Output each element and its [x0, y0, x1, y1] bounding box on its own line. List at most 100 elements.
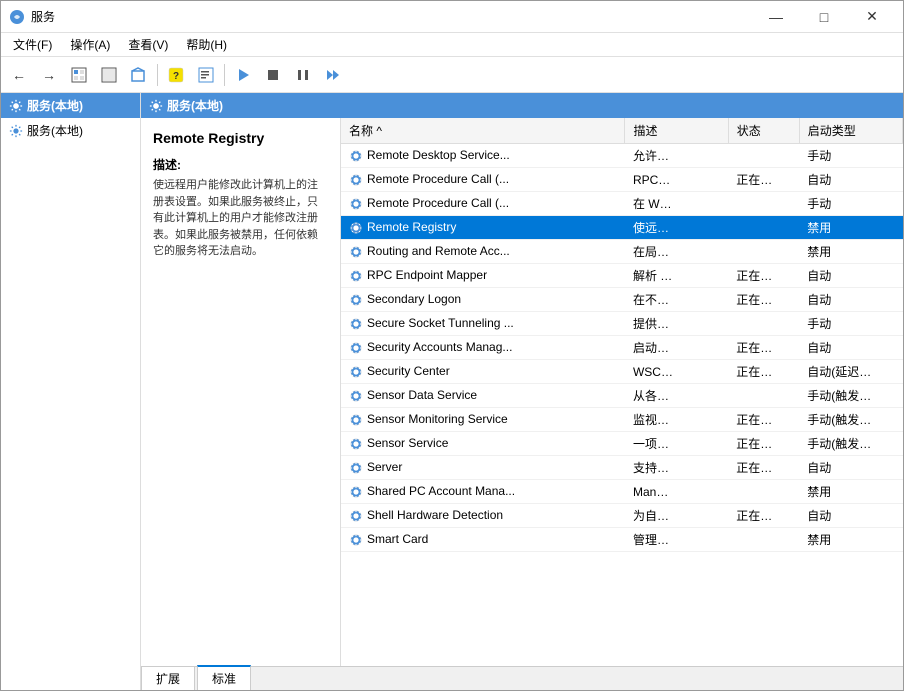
menu-view[interactable]: 查看(V) [120, 34, 176, 55]
service-desc-cell: 在局… [625, 240, 728, 264]
forward-button[interactable]: → [35, 61, 63, 89]
description-panel: Remote Registry 描述: 使远程用户能修改此计算机上的注册表设置。… [141, 118, 341, 666]
window-icon [9, 9, 25, 25]
pause-service-button[interactable] [289, 61, 317, 89]
service-icon [349, 245, 363, 259]
service-name-cell: Remote Procedure Call (... [341, 168, 625, 192]
menu-help[interactable]: 帮助(H) [178, 34, 235, 55]
service-startup-cell: 禁用 [799, 528, 902, 552]
service-desc-cell: 在不… [625, 288, 728, 312]
service-status-cell [728, 240, 799, 264]
maximize-button[interactable]: □ [801, 1, 847, 33]
service-startup-cell: 手动(触发… [799, 432, 902, 456]
table-row[interactable]: Shared PC Account Mana...Man…禁用 [341, 480, 903, 504]
show-console-tree-button[interactable] [65, 61, 93, 89]
table-row[interactable]: Routing and Remote Acc...在局…禁用 [341, 240, 903, 264]
favorites-button[interactable] [125, 61, 153, 89]
service-name-text: Smart Card [367, 532, 428, 546]
table-row[interactable]: Sensor Service一项…正在…手动(触发… [341, 432, 903, 456]
service-name-cell: Secure Socket Tunneling ... [341, 312, 625, 336]
service-status-cell: 正在… [728, 504, 799, 528]
service-icon [349, 389, 363, 403]
table-row[interactable]: Security CenterWSC…正在…自动(延迟… [341, 360, 903, 384]
description-label: 描述: [153, 156, 328, 173]
split-pane: Remote Registry 描述: 使远程用户能修改此计算机上的注册表设置。… [141, 118, 903, 666]
service-desc-cell: 允许… [625, 144, 728, 168]
service-icon [349, 485, 363, 499]
service-desc-cell: RPC… [625, 168, 728, 192]
table-row[interactable]: Remote Desktop Service...允许…手动 [341, 144, 903, 168]
properties-button[interactable] [192, 61, 220, 89]
col-header-startup[interactable]: 启动类型 [799, 118, 902, 144]
service-name-text: Security Center [367, 364, 450, 378]
table-row[interactable]: Shell Hardware Detection为自…正在…自动 [341, 504, 903, 528]
service-status-cell: 正在… [728, 336, 799, 360]
sidebar-item-services-local[interactable]: 服务(本地) [1, 118, 140, 143]
service-status-cell: 正在… [728, 288, 799, 312]
service-name-text: Remote Procedure Call (... [367, 196, 509, 210]
service-name-cell: Shell Hardware Detection [341, 504, 625, 528]
sidebar-item-label: 服务(本地) [27, 122, 83, 139]
col-header-status[interactable]: 状态 [728, 118, 799, 144]
close-button[interactable]: ✕ [849, 1, 895, 33]
table-row[interactable]: Smart Card管理…禁用 [341, 528, 903, 552]
col-header-name[interactable]: 名称 ^ [341, 118, 625, 144]
up-button[interactable] [95, 61, 123, 89]
window-title: 服务 [31, 8, 753, 25]
service-status-cell [728, 216, 799, 240]
toolbar-separator-1 [157, 64, 158, 86]
service-desc-cell: 从各… [625, 384, 728, 408]
stop-service-button[interactable] [259, 61, 287, 89]
service-name-text: Remote Procedure Call (... [367, 172, 509, 186]
tab-expand[interactable]: 扩展 [141, 666, 195, 690]
service-status-cell: 正在… [728, 360, 799, 384]
service-name-cell: Remote Registry [341, 216, 625, 240]
service-startup-cell: 禁用 [799, 216, 902, 240]
table-row[interactable]: Security Accounts Manag...启动…正在…自动 [341, 336, 903, 360]
service-startup-cell: 手动 [799, 192, 902, 216]
service-status-cell: 正在… [728, 432, 799, 456]
toolbar: ← → ? [1, 57, 903, 93]
service-name-text: RPC Endpoint Mapper [367, 268, 487, 282]
table-row[interactable]: Remote Procedure Call (...在 W…手动 [341, 192, 903, 216]
service-name-text: Remote Registry [367, 220, 456, 234]
minimize-button[interactable]: — [753, 1, 799, 33]
tab-standard[interactable]: 标准 [197, 665, 251, 690]
window-controls: — □ ✕ [753, 1, 895, 33]
table-row[interactable]: Secure Socket Tunneling ...提供…手动 [341, 312, 903, 336]
table-row[interactable]: RPC Endpoint Mapper解析 …正在…自动 [341, 264, 903, 288]
service-name-cell: Smart Card [341, 528, 625, 552]
table-row[interactable]: Sensor Data Service从各…手动(触发… [341, 384, 903, 408]
service-name-cell: Sensor Service [341, 432, 625, 456]
back-button[interactable]: ← [5, 61, 33, 89]
service-name-cell: Sensor Monitoring Service [341, 408, 625, 432]
service-startup-cell: 自动 [799, 456, 902, 480]
sidebar: 服务(本地) 服务(本地) [1, 93, 141, 690]
col-header-desc[interactable]: 描述 [625, 118, 728, 144]
sidebar-header-label: 服务(本地) [27, 97, 83, 114]
menu-action[interactable]: 操作(A) [62, 34, 118, 55]
content-header-label: 服务(本地) [167, 97, 223, 114]
selected-service-name: Remote Registry [153, 130, 328, 146]
restart-service-button[interactable] [319, 61, 347, 89]
service-startup-cell: 手动(触发… [799, 408, 902, 432]
help-button[interactable]: ? [162, 61, 190, 89]
service-icon [349, 533, 363, 547]
service-status-cell [728, 528, 799, 552]
service-status-cell [728, 384, 799, 408]
table-row[interactable]: Secondary Logon在不…正在…自动 [341, 288, 903, 312]
table-row[interactable]: Sensor Monitoring Service监视…正在…手动(触发… [341, 408, 903, 432]
service-desc-cell: 使远… [625, 216, 728, 240]
menu-file[interactable]: 文件(F) [5, 34, 60, 55]
service-startup-cell: 自动 [799, 504, 902, 528]
service-icon [349, 173, 363, 187]
service-status-cell [728, 480, 799, 504]
table-row[interactable]: Remote Registry 使远… 禁用 [341, 216, 903, 240]
start-service-button[interactable] [229, 61, 257, 89]
table-row[interactable]: Remote Procedure Call (...RPC…正在…自动 [341, 168, 903, 192]
service-name-cell: Shared PC Account Mana... [341, 480, 625, 504]
service-icon [349, 269, 363, 283]
table-row[interactable]: Server支持…正在…自动 [341, 456, 903, 480]
service-name-cell: Routing and Remote Acc... [341, 240, 625, 264]
service-icon [349, 413, 363, 427]
